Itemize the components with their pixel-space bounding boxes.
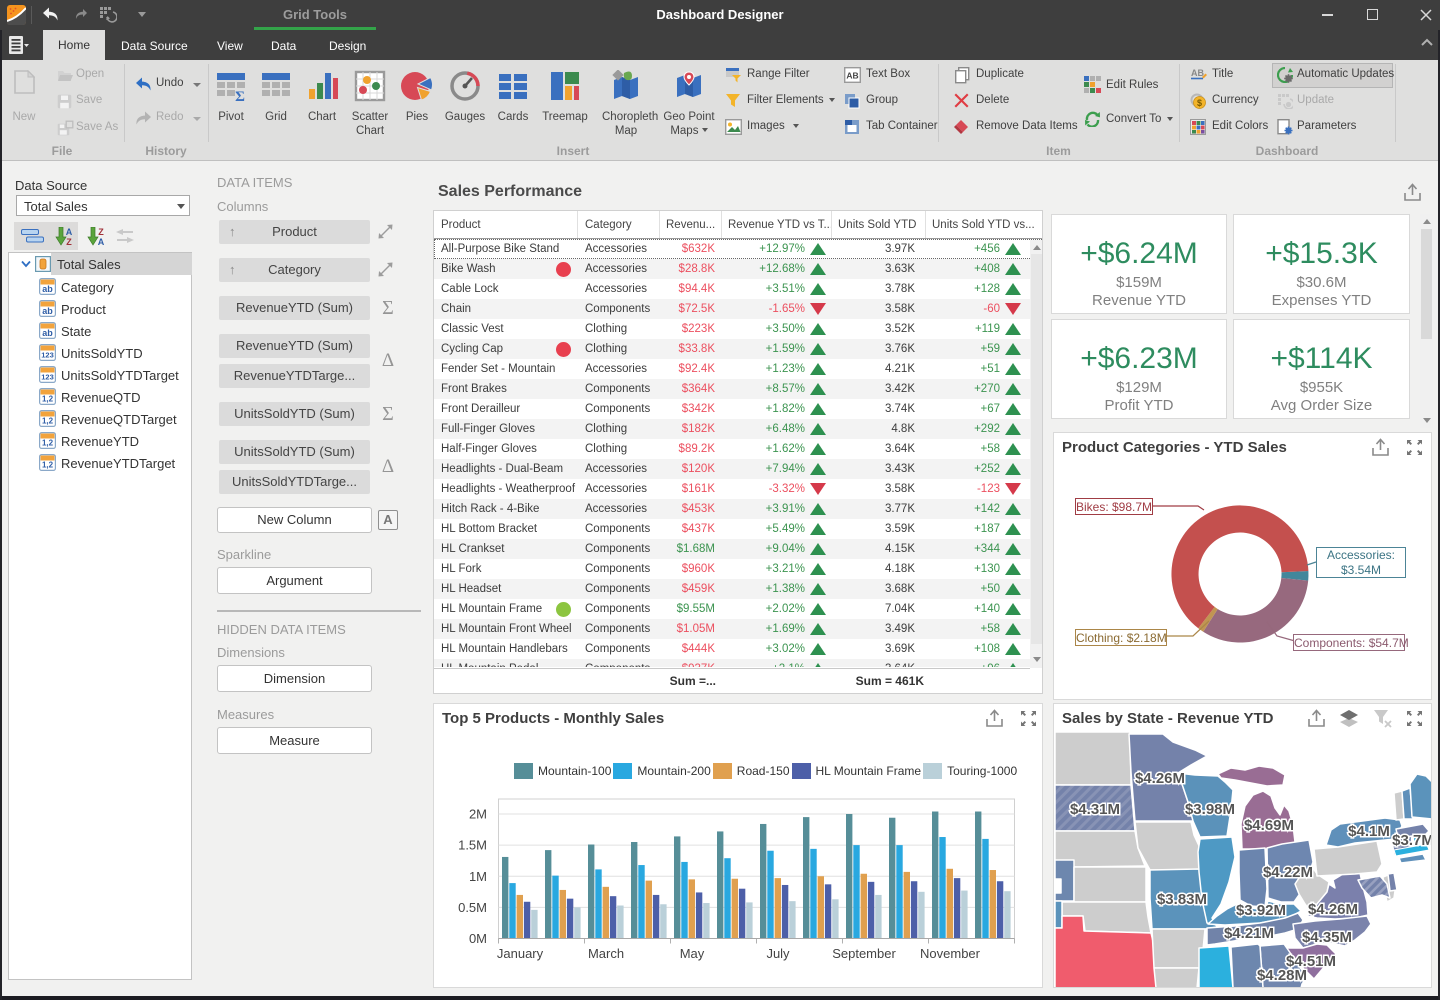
svg-text:ab: ab [42,328,53,338]
svg-text:$3.7M: $3.7M [1392,832,1432,849]
svg-text:March: March [588,946,624,961]
svg-text:0.5M: 0.5M [458,900,487,915]
svg-text:1.5M: 1.5M [458,838,487,853]
svg-text:$3.83M: $3.83M [1157,891,1207,908]
svg-text:A: A [66,227,73,237]
svg-text:123: 123 [41,373,54,382]
svg-text:1,2: 1,2 [42,439,54,448]
svg-text:$4.1M: $4.1M [1348,823,1390,840]
svg-text:July: July [766,946,790,961]
svg-text:$4.35M: $4.35M [1302,929,1352,946]
svg-text:$4.22M: $4.22M [1263,864,1313,881]
svg-text:AB: AB [1191,68,1204,78]
svg-text:2M: 2M [469,807,487,822]
svg-text:November: November [920,946,981,961]
svg-text:Z: Z [98,227,104,237]
svg-text:$4.28M: $4.28M [1257,967,1307,984]
svg-text:September: September [832,946,896,961]
svg-text:May: May [680,946,705,961]
svg-text:A: A [98,237,105,246]
svg-text:1,2: 1,2 [42,417,54,426]
svg-text:ab: ab [42,284,53,294]
svg-text:AB: AB [846,71,858,81]
svg-text:1M: 1M [469,869,487,884]
svg-text:0M: 0M [469,931,487,946]
svg-text:Z: Z [66,237,72,246]
svg-text:$: $ [1197,98,1202,108]
svg-text:$3.92M: $3.92M [1236,902,1286,919]
svg-text:$4.31M: $4.31M [1070,801,1120,818]
svg-text:$4.26M: $4.26M [1135,770,1185,787]
svg-text:$4.26M: $4.26M [1308,901,1358,918]
svg-text:$4.21M: $4.21M [1224,925,1274,942]
svg-text:Σ: Σ [235,89,245,102]
svg-text:1,2: 1,2 [42,461,54,470]
svg-text:$4.69M: $4.69M [1244,817,1294,834]
svg-text:1,2: 1,2 [42,395,54,404]
svg-text:ab: ab [42,306,53,316]
svg-text:January: January [497,946,544,961]
svg-text:$3.98M: $3.98M [1185,801,1235,818]
svg-text:123: 123 [41,351,54,360]
